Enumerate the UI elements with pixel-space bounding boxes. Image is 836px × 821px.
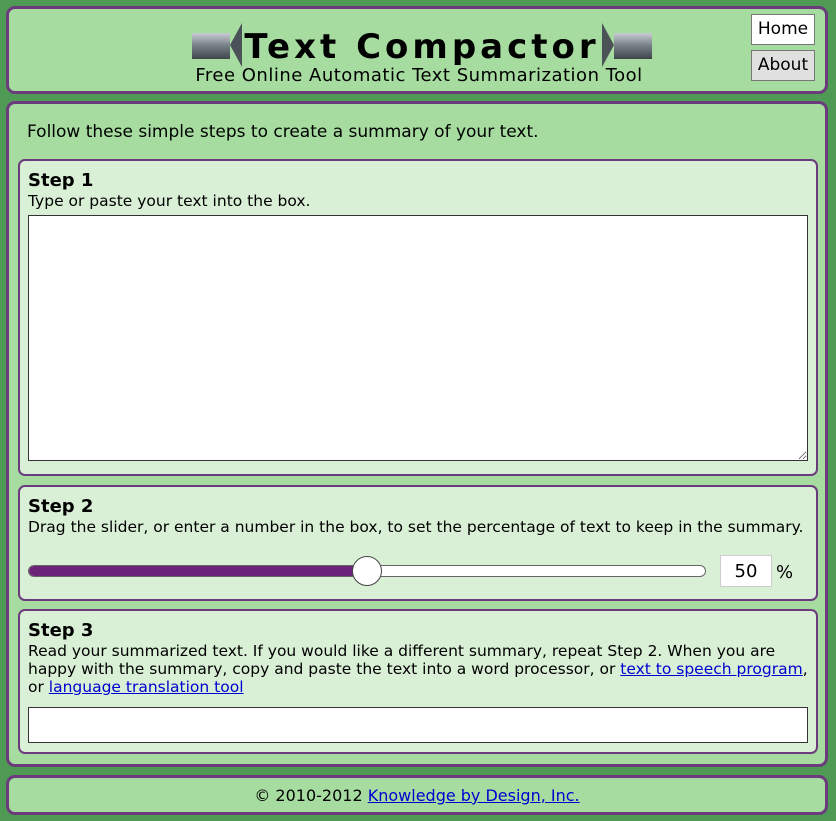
company-link[interactable]: Knowledge by Design, Inc. (368, 786, 580, 805)
slider-handle[interactable] (352, 556, 382, 586)
summary-output[interactable] (28, 707, 808, 743)
footer-panel: © 2010-2012 Knowledge by Design, Inc. (6, 775, 828, 815)
language-translation-link[interactable]: language translation tool (49, 678, 244, 696)
step2-title: Step 2 (28, 496, 94, 517)
step2-instruction: Drag the slider, or enter a number in th… (28, 518, 804, 536)
intro-text: Follow these simple steps to create a su… (27, 122, 539, 142)
step2-section: Step 2 Drag the slider, or enter a numbe… (18, 485, 818, 601)
percent-sign: % (776, 562, 794, 583)
percentage-slider[interactable] (28, 556, 706, 586)
app-title: Text Compactor (244, 27, 600, 67)
header-panel: Text Compactor Free Online Automatic Tex… (6, 6, 828, 94)
copyright-text: © 2010-2012 (254, 786, 368, 805)
step3-instruction: Read your summarized text. If you would … (28, 642, 812, 696)
text-to-speech-link[interactable]: text to speech program (620, 660, 802, 678)
percent-input[interactable] (720, 555, 772, 587)
home-button[interactable]: Home (751, 14, 815, 45)
source-text-input[interactable] (28, 215, 808, 461)
slider-fill (29, 566, 367, 576)
step3-section: Step 3 Read your summarized text. If you… (18, 609, 818, 754)
app-subtitle: Free Online Automatic Text Summarization… (195, 65, 643, 86)
step3-title: Step 3 (28, 620, 94, 641)
step1-title: Step 1 (28, 170, 94, 191)
main-panel: Follow these simple steps to create a su… (6, 101, 828, 767)
right-speaker-cone-icon (602, 23, 614, 67)
step1-section: Step 1 Type or paste your text into the … (18, 159, 818, 476)
step1-instruction: Type or paste your text into the box. (28, 192, 311, 210)
about-button[interactable]: About (751, 50, 815, 81)
right-speaker-bar-icon (614, 33, 652, 59)
footer-text: © 2010-2012 Knowledge by Design, Inc. (9, 786, 825, 805)
